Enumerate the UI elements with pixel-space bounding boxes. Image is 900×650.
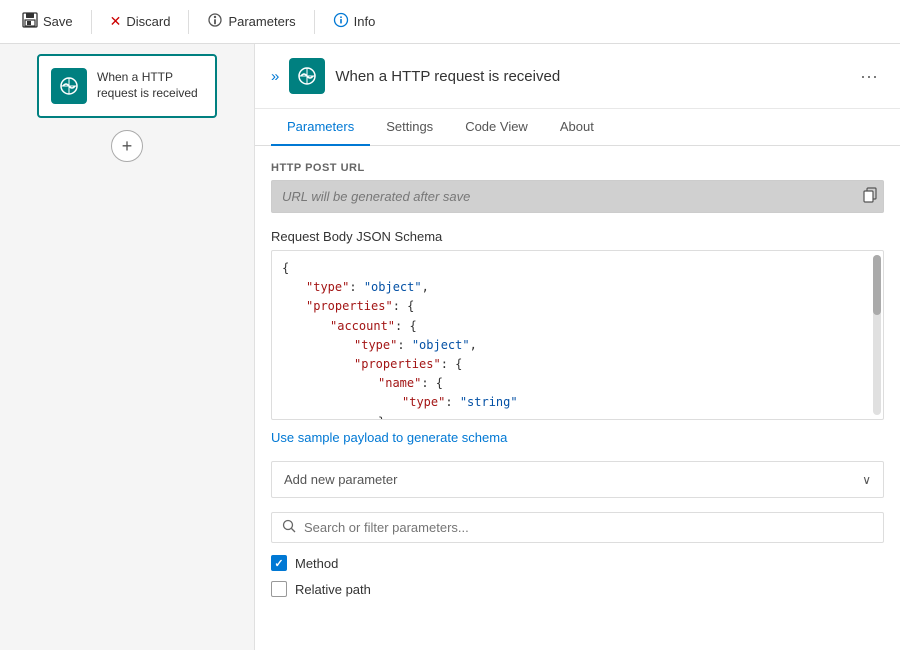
info-button[interactable]: Info (323, 8, 386, 36)
save-button[interactable]: Save (12, 8, 83, 36)
action-icon-wrap (289, 58, 325, 94)
http-post-url-label: HTTP POST URL (271, 162, 884, 174)
action-title: When a HTTP request is received (335, 68, 844, 85)
separator2 (188, 10, 189, 34)
expand-icon: » (271, 68, 279, 85)
discard-label: Discard (126, 14, 170, 29)
json-line: "name": { (282, 374, 873, 393)
relative-path-checkbox[interactable] (271, 581, 287, 597)
json-line: { (282, 259, 873, 278)
copy-icon (862, 190, 878, 207)
relative-path-checkbox-row: Relative path (271, 581, 884, 597)
json-line: "type": "object", (282, 336, 873, 355)
search-filter (271, 512, 884, 543)
add-step-button[interactable]: + (111, 130, 143, 162)
info-label: Info (354, 14, 376, 29)
more-options-button[interactable]: ··· (854, 64, 884, 89)
method-label: Method (295, 556, 338, 571)
content-area: HTTP POST URL URL will be generated afte… (255, 146, 900, 623)
chevron-down-icon: ∨ (862, 473, 871, 487)
json-line: "type": "string" (282, 393, 873, 412)
method-checkbox-row: Method (271, 555, 884, 571)
search-input[interactable] (304, 520, 873, 535)
add-icon: + (122, 136, 133, 157)
url-field-wrap: URL will be generated after save (271, 180, 884, 213)
action-header: » When a HTTP request is received ··· (255, 44, 900, 109)
add-parameter-label: Add new parameter (284, 472, 397, 487)
tab-code-view[interactable]: Code View (449, 109, 544, 146)
separator (91, 10, 92, 34)
discard-icon: ✕ (110, 13, 122, 30)
sample-payload-link[interactable]: Use sample payload to generate schema (271, 430, 884, 445)
json-scrollbar[interactable] (873, 255, 881, 415)
json-editor[interactable]: { "type": "object", "properties": { "acc… (271, 250, 884, 420)
separator3 (314, 10, 315, 34)
url-field: URL will be generated after save (271, 180, 884, 213)
json-line: }, (282, 413, 873, 421)
expand-button[interactable]: » (271, 68, 279, 85)
search-icon (282, 519, 296, 536)
copy-url-button[interactable] (862, 187, 878, 207)
node-label: When a HTTP request is received (97, 70, 203, 101)
toolbar: Save ✕ Discard Parameters Info (0, 0, 900, 44)
http-request-node[interactable]: When a HTTP request is received (37, 54, 217, 118)
tab-settings[interactable]: Settings (370, 109, 449, 146)
schema-label: Request Body JSON Schema (271, 229, 884, 244)
info-icon (333, 12, 349, 32)
main-layout: When a HTTP request is received + » When… (0, 44, 900, 650)
parameters-button[interactable]: Parameters (197, 8, 305, 36)
add-parameter-dropdown[interactable]: Add new parameter ∨ (271, 461, 884, 498)
more-icon: ··· (860, 66, 878, 86)
tab-about[interactable]: About (544, 109, 610, 146)
node-icon-wrap (51, 68, 87, 104)
json-line: "account": { (282, 317, 873, 336)
save-label: Save (43, 14, 73, 29)
left-panel: When a HTTP request is received + (0, 44, 255, 650)
parameters-label: Parameters (228, 14, 295, 29)
json-line: "type": "object", (282, 278, 873, 297)
tab-parameters[interactable]: Parameters (271, 109, 370, 146)
scrollbar-thumb (873, 255, 881, 315)
save-icon (22, 12, 38, 32)
discard-button[interactable]: ✕ Discard (100, 9, 181, 34)
relative-path-label: Relative path (295, 582, 371, 597)
parameters-icon (207, 12, 223, 32)
json-line: "properties": { (282, 297, 873, 316)
right-panel: » When a HTTP request is received ··· Pa… (255, 44, 900, 650)
json-line: "properties": { (282, 355, 873, 374)
tabs-bar: Parameters Settings Code View About (255, 109, 900, 146)
method-checkbox[interactable] (271, 555, 287, 571)
